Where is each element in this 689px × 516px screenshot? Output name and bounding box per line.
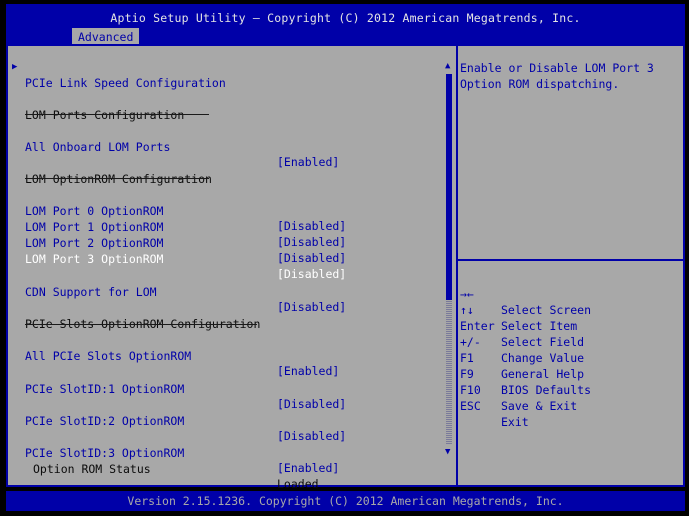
section-header-lom-ports: LOM Ports Configuration [8, 93, 184, 122]
key-hint-desc: Exit [501, 415, 529, 429]
section-divider [25, 324, 257, 325]
setting-label: LOM Port 3 OptionROM [25, 252, 164, 266]
setting-value[interactable]: [Disabled] [277, 235, 346, 250]
key-hint-select-screen: →← Select Screen [460, 270, 591, 317]
setting-label: PCIe SlotID:2 OptionROM [25, 414, 185, 428]
scrollbar-track-rest[interactable] [446, 300, 452, 444]
setting-value[interactable]: [Disabled] [277, 429, 346, 444]
help-panel: Enable or Disable LOM Port 3 Option ROM … [458, 46, 683, 485]
scrollbar-thumb[interactable] [446, 74, 452, 300]
key-hint-bios-defaults: F9 BIOS Defaults [460, 350, 591, 397]
key-hint-select-field: Enter Select Field [460, 302, 584, 349]
setting-pcie-slotid-3-optionrom[interactable]: PCIe SlotID:3 OptionROM [Enabled] [8, 431, 339, 475]
key-hint-change-value: +/- Change Value [460, 318, 584, 365]
setting-value[interactable]: [Enabled] [277, 461, 339, 476]
setting-lom-port-3-optionrom-selected[interactable]: LOM Port 3 OptionROM [Disabled] [8, 237, 346, 281]
menu-item-pcie-link-speed[interactable]: PCIe Link Speed Configuration [8, 61, 226, 90]
key-hint-general-help: F1 General Help [460, 334, 584, 381]
info-option-rom-status: Option ROM Status Loaded [8, 447, 319, 491]
settings-panel: ▶ PCIe Link Speed Configuration LOM Port… [8, 46, 456, 491]
section-divider [25, 114, 209, 115]
setting-value[interactable]: [Disabled] [277, 300, 346, 315]
setting-all-onboard-lom-ports[interactable]: All Onboard LOM Ports [Enabled] [8, 125, 339, 169]
help-divider [458, 259, 683, 261]
setting-pcie-slotid-1-optionrom[interactable]: PCIe SlotID:1 OptionROM [Disabled] [8, 367, 346, 411]
section-header-lom-optionrom: LOM OptionROM Configuration [8, 157, 212, 186]
app-title: Aptio Setup Utility – Copyright (C) 2012… [110, 11, 581, 25]
key-hint-key: ESC [460, 399, 481, 413]
key-hint-save-exit: F10 Save & Exit [460, 366, 577, 413]
info-value: Loaded [277, 477, 319, 491]
section-header-label: LOM Ports Configuration [25, 108, 185, 122]
setting-label: All PCIe Slots OptionROM [25, 349, 192, 363]
menu-item-label: PCIe Link Speed Configuration [25, 76, 226, 90]
setting-label: CDN Support for LOM [25, 285, 157, 299]
setting-pcie-slotid-2-optionrom[interactable]: PCIe SlotID:2 OptionROM [Disabled] [8, 399, 346, 443]
setting-value[interactable]: [Enabled] [277, 364, 339, 379]
help-text: Enable or Disable LOM Port 3 Option ROM … [460, 61, 654, 91]
setting-cdn-support-for-lom[interactable]: CDN Support for LOM [Disabled] [8, 270, 346, 314]
key-hint-select-item: ↑↓ Select Item [460, 286, 577, 333]
setting-label: PCIe SlotID:1 OptionROM [25, 382, 185, 396]
key-hint-exit: ESC Exit [460, 382, 529, 429]
version-text: Version 2.15.1236. Copyright (C) 2012 Am… [127, 494, 564, 508]
setting-value[interactable]: [Disabled] [277, 219, 346, 234]
scroll-up-arrow-icon[interactable]: ▲ [445, 61, 450, 71]
setting-lom-port-0-optionrom[interactable]: LOM Port 0 OptionROM [Disabled] [8, 189, 346, 233]
setting-all-pcie-slots-optionrom[interactable]: All PCIe Slots OptionROM [Enabled] [8, 334, 339, 378]
footer-bar: Version 2.15.1236. Copyright (C) 2012 Am… [6, 491, 685, 511]
setting-value[interactable]: [Enabled] [277, 155, 339, 170]
scroll-down-arrow-icon[interactable]: ▼ [445, 447, 450, 457]
section-header-label: LOM OptionROM Configuration [25, 172, 212, 186]
main-frame: ▶ PCIe Link Speed Configuration LOM Port… [6, 44, 685, 491]
bios-screen: Aptio Setup Utility – Copyright (C) 2012… [0, 0, 689, 516]
setting-value[interactable]: [Disabled] [277, 251, 346, 266]
setting-label: All Onboard LOM Ports [25, 140, 171, 154]
info-label: Option ROM Status [33, 462, 151, 476]
setting-lom-port-2-optionrom[interactable]: LOM Port 2 OptionROM [Disabled] [8, 221, 346, 265]
setting-lom-port-1-optionrom[interactable]: LOM Port 1 OptionROM [Disabled] [8, 205, 346, 249]
title-bar: Aptio Setup Utility – Copyright (C) 2012… [6, 4, 685, 47]
section-header-pcie-slots-optionrom: PCIe Slots OptionROM Configuration [8, 302, 260, 331]
setting-value[interactable]: [Disabled] [277, 267, 346, 282]
setting-value[interactable]: [Disabled] [277, 397, 346, 412]
section-divider [25, 178, 209, 179]
